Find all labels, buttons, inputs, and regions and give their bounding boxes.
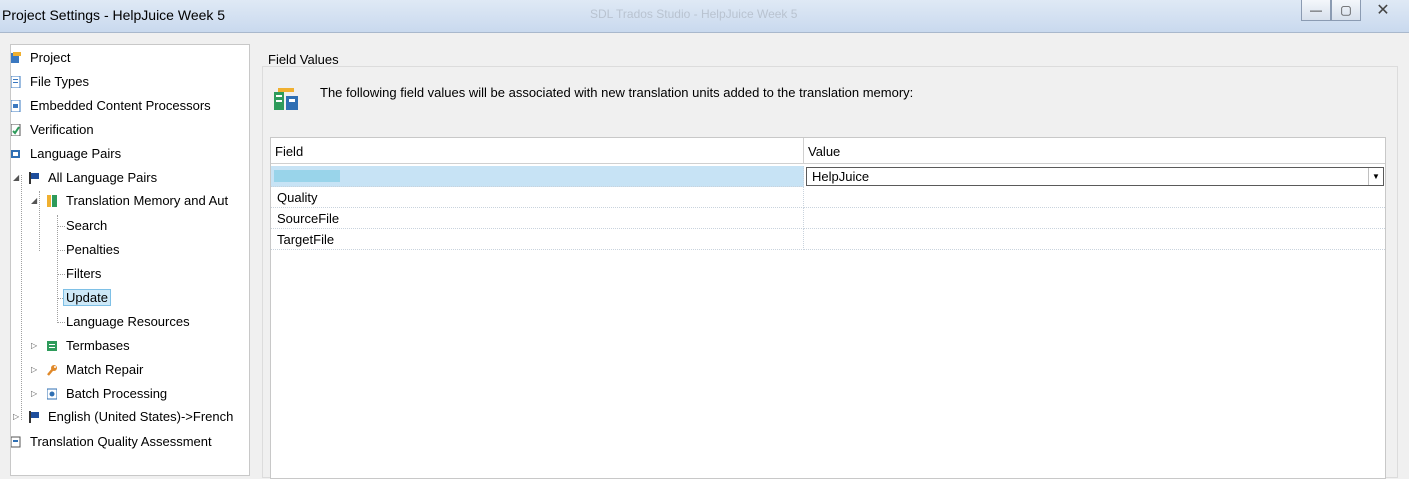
window-controls: — ▢ ✕ <box>1301 0 1405 21</box>
value-cell[interactable] <box>804 229 1385 250</box>
tree-item-label: Translation Quality Assessment <box>30 434 212 449</box>
embedded-content-icon <box>11 98 21 113</box>
table-row[interactable]: HelpJuice ▼ <box>271 166 1385 187</box>
maximize-icon: ▢ <box>1340 3 1352 17</box>
selected-field-highlight <box>274 170 340 182</box>
tm-icon <box>47 193 57 207</box>
tree-item-file-types[interactable]: File Types <box>11 72 92 92</box>
flag-icon <box>29 170 39 184</box>
tree-item-label: All Language Pairs <box>48 170 158 185</box>
batch-icon <box>46 386 58 400</box>
value-cell[interactable] <box>804 208 1385 229</box>
collapse-icon[interactable]: ◢ <box>31 191 37 211</box>
tree-connector <box>39 191 40 251</box>
tqa-icon <box>11 434 21 448</box>
column-header-value[interactable]: Value <box>804 138 1385 164</box>
tree-item-label: Termbases <box>66 338 130 353</box>
expand-icon[interactable]: ▷ <box>13 407 19 427</box>
tree-item-search[interactable]: Search <box>63 216 110 236</box>
value-dropdown[interactable]: HelpJuice ▼ <box>806 167 1384 186</box>
tree-item-all-language-pairs[interactable]: All Language Pairs <box>29 168 160 188</box>
translation-memory-icon <box>272 86 300 114</box>
expand-icon[interactable]: ▷ <box>31 360 37 380</box>
tree-connector <box>21 175 22 420</box>
field-values-description: The following field values will be assoc… <box>320 85 914 100</box>
field-cell[interactable] <box>271 166 804 187</box>
tree-item-label: Language Resources <box>66 314 190 329</box>
tree-item-translation-memory[interactable]: Translation Memory and Aut <box>47 191 231 211</box>
field-cell[interactable]: SourceFile <box>271 208 804 229</box>
tree-item-update[interactable]: Update <box>63 288 111 308</box>
tree-item-label: Batch Processing <box>66 386 168 401</box>
table-row[interactable]: SourceFile <box>271 208 1385 229</box>
tree-item-label: Match Repair <box>66 362 144 377</box>
field-cell[interactable]: TargetFile <box>271 229 804 250</box>
column-header-field[interactable]: Field <box>271 138 804 164</box>
close-button[interactable]: ✕ <box>1361 0 1405 20</box>
window-title-bar: Project Settings - HelpJuice Week 5 SDL … <box>0 0 1409 33</box>
tree-item-batch-processing[interactable]: Batch Processing <box>46 384 170 404</box>
table-row[interactable]: Quality <box>271 187 1385 208</box>
tree-item-filters[interactable]: Filters <box>63 264 104 284</box>
file-types-icon <box>11 74 21 89</box>
tree-item-translation-quality-assessment[interactable]: Translation Quality Assessment <box>11 432 215 452</box>
project-icon <box>11 50 21 63</box>
tree-item-label: Project <box>30 50 71 65</box>
tree-item-label: Search <box>66 218 108 233</box>
value-dropdown-text: HelpJuice <box>812 169 870 184</box>
minimize-button[interactable]: — <box>1301 0 1331 21</box>
tree-item-language-resources[interactable]: Language Resources <box>63 312 193 332</box>
window-ghost-title: SDL Trados Studio - HelpJuice Week 5 <box>590 7 798 21</box>
field-cell[interactable]: Quality <box>271 187 804 208</box>
tree-item-project[interactable]: Project <box>11 48 73 68</box>
tree-item-label: Penalties <box>66 242 120 257</box>
settings-tree: Project File Types Embedded Content Proc… <box>10 44 250 476</box>
chevron-down-icon[interactable]: ▼ <box>1368 168 1383 185</box>
maximize-button[interactable]: ▢ <box>1331 0 1361 21</box>
tree-item-english-french[interactable]: English (United States)->French <box>29 407 236 427</box>
field-values-grid: Field Value HelpJuice ▼ Quality SourceFi… <box>270 137 1386 479</box>
tree-item-termbases[interactable]: Termbases <box>47 336 133 356</box>
tree-item-label: Verification <box>30 122 94 137</box>
termbase-icon <box>47 338 57 351</box>
tree-item-penalties[interactable]: Penalties <box>63 240 122 260</box>
tree-item-label: Embedded Content Processors <box>30 98 211 113</box>
window-title: Project Settings - HelpJuice Week 5 <box>2 7 226 23</box>
tree-item-embedded-content-processors[interactable]: Embedded Content Processors <box>11 96 214 116</box>
wrench-icon <box>47 362 57 376</box>
tree-item-label: Filters <box>66 266 102 281</box>
collapse-icon[interactable]: ◢ <box>13 168 19 188</box>
table-row[interactable]: TargetFile <box>271 229 1385 250</box>
expand-icon[interactable]: ▷ <box>31 384 37 404</box>
expand-icon[interactable]: ▷ <box>31 336 37 356</box>
tree-item-label: English (United States)->French <box>48 409 234 424</box>
tree-item-verification[interactable]: Verification <box>11 120 97 140</box>
tree-item-label: Language Pairs <box>30 146 122 161</box>
value-cell[interactable] <box>804 187 1385 208</box>
tree-item-match-repair[interactable]: Match Repair <box>47 360 146 380</box>
section-title: Field Values <box>268 52 339 67</box>
minimize-icon: — <box>1310 3 1322 17</box>
close-icon: ✕ <box>1376 2 1390 19</box>
tree-item-language-pairs[interactable]: Language Pairs <box>11 144 124 164</box>
tree-item-label: Translation Memory and Aut <box>66 193 229 208</box>
verification-icon <box>11 122 21 137</box>
tree-item-label: Update <box>63 289 111 306</box>
language-pairs-icon <box>11 146 21 158</box>
tree-item-label: File Types <box>30 74 90 89</box>
tree-connector <box>57 215 58 323</box>
flag-icon <box>29 409 39 423</box>
